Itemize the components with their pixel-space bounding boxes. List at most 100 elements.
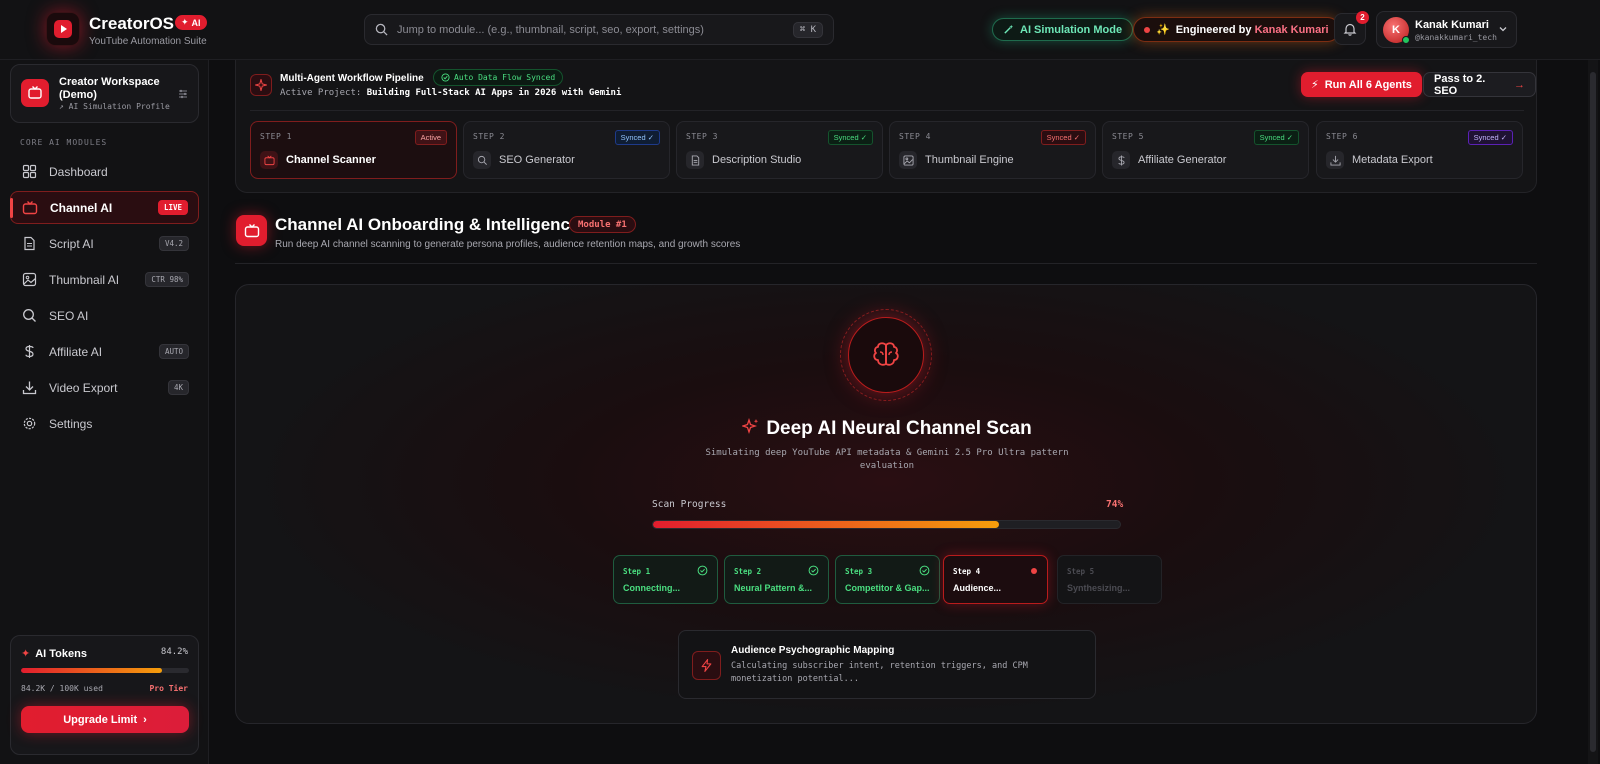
workspace-subtitle: ↗ AI Simulation Profile [59,102,170,111]
sidebar-item-channel-ai[interactable]: Channel AI LIVE [10,191,199,224]
scan-step-4: Step 4 Audience... [943,555,1048,604]
engineer-name: Kanak Kumari [1254,23,1329,36]
search-input[interactable] [397,23,787,36]
upgrade-label: Upgrade Limit [63,713,138,726]
resolution-badge: 4K [167,380,189,395]
sidebar-item-label: Channel AI [50,200,113,215]
pipeline-step-6[interactable]: STEP 6 Synced ✓ Metadata Export [1316,121,1523,179]
sidebar-item-affiliate-ai[interactable]: Affiliate AI AUTO [10,335,199,368]
sidebar-item-label: Settings [49,416,93,431]
step-number: STEP 1 [260,132,292,141]
sidebar-item-seo-ai[interactable]: SEO AI [10,299,199,332]
scan-step-text: Connecting... [623,583,680,593]
section-label: CORE AI MODULES [20,138,108,147]
brain-icon [848,317,924,393]
user-profile-menu[interactable]: K Kanak Kumari @kanakkumari_tech [1376,11,1517,48]
pipeline-step-2[interactable]: STEP 2 Synced ✓ SEO Generator [463,121,670,179]
dollar-icon [1112,151,1130,169]
scan-title-row: Deep AI Neural Channel Scan [236,417,1538,442]
sidebar-item-dashboard[interactable]: Dashboard [10,155,199,188]
download-icon [1326,151,1344,169]
step-status-badge: Active [414,130,447,145]
image-icon [20,271,38,289]
gear-icon [20,415,38,433]
workspace-switcher[interactable]: Creator Workspace (Demo) ↗ AI Simulation… [10,64,199,123]
check-circle-icon [919,565,930,576]
pipeline-step-3[interactable]: STEP 3 Synced ✓ Description Studio [676,121,883,179]
download-icon [20,379,38,397]
step-status-badge: Synced ✓ [614,130,660,145]
step-status-badge: Synced ✓ [1467,130,1513,145]
sidebar-item-script-ai[interactable]: Script AI V4.2 [10,227,199,260]
module-search[interactable]: ⌘ K [364,14,834,45]
step-number: STEP 5 [1112,132,1144,141]
chevron-right-icon: › [143,713,147,726]
page-scrollbar[interactable] [1588,60,1598,764]
image-icon [899,151,917,169]
lightning-icon: ⚡ [1311,79,1319,91]
tv-icon [21,79,49,107]
scrollbar-thumb[interactable] [1590,72,1596,752]
step-label: Channel Scanner [286,154,376,166]
step-number: STEP 2 [473,132,505,141]
upgrade-limit-button[interactable]: Upgrade Limit › [21,706,189,733]
sim-mode-toggle[interactable]: AI Simulation Mode [992,18,1134,41]
app-logo[interactable] [46,12,80,46]
workspace-title: Creator Workspace (Demo) [59,76,160,101]
app-subtitle: YouTube Automation Suite [89,36,207,47]
engineered-prefix: Engineered by [1175,23,1255,36]
sidebar-item-settings[interactable]: Settings [10,407,199,440]
scan-progress-bar [652,520,1121,529]
tv-icon [260,151,278,169]
scan-step-text: Synthesizing... [1067,583,1131,593]
module-badge: Module #1 [569,216,636,233]
top-bar: CreatorOS ✦ AI YouTube Automation Suite … [0,0,1600,60]
step-status-badge: Synced ✓ [1253,130,1299,145]
avatar-initial: K [1392,24,1400,36]
notifications-button[interactable]: 2 [1334,11,1369,45]
step-number: STEP 6 [1326,132,1358,141]
run-all-agents-button[interactable]: ⚡ Run All 6 Agents [1301,72,1422,97]
active-project: Active Project: Building Full-Stack AI A… [280,88,621,98]
lightning-icon [692,651,721,680]
scan-title: Deep AI Neural Channel Scan [766,418,1032,439]
task-title: Audience Psychographic Mapping [731,645,895,656]
version-badge: V4.2 [158,236,189,251]
workflow-pipeline: Multi-Agent Workflow Pipeline Auto Data … [235,60,1537,193]
pass-to-seo-button[interactable]: Pass to 2. SEO → [1423,72,1536,97]
check-circle-icon [697,565,708,576]
step-label: Affiliate Generator [1138,154,1227,166]
sparkles-icon [741,417,760,442]
tokens-progress-fill [21,668,163,673]
online-indicator [1402,36,1410,44]
project-prefix: Active Project: [280,88,362,98]
pipeline-step-1[interactable]: STEP 1 Active Channel Scanner [250,121,457,179]
scan-step-text: Neural Pattern &... [734,583,813,593]
step-status-badge: Synced ✓ [1040,130,1086,145]
step-label: Metadata Export [1352,154,1433,166]
sidebar-item-label: Affiliate AI [49,344,103,359]
progress-percent: 74% [1106,499,1124,510]
sparkle-icon: ✦ [21,648,31,660]
scan-subtitle: Simulating deep YouTube API metadata & G… [705,448,1069,471]
current-task-card: Audience Psychographic Mapping Calculati… [678,630,1096,699]
scan-step-label: Step 3 [845,567,873,576]
app-title: CreatorOS [89,14,175,33]
sidebar-item-thumbnail-ai[interactable]: Thumbnail AI CTR 98% [10,263,199,296]
sidebar-item-label: SEO AI [49,308,89,323]
sliders-icon[interactable] [178,89,188,99]
pipeline-step-4[interactable]: STEP 4 Synced ✓ Thumbnail Engine [889,121,1096,179]
step-label: SEO Generator [499,154,575,166]
scan-step-label: Step 1 [623,567,651,576]
user-handle: @kanakkumari_tech [1415,33,1497,42]
shortcut-hint: ⌘ K [792,21,823,38]
engineered-by-badge[interactable]: ✨ Engineered by Kanak Kumari [1133,17,1340,42]
neural-scan-panel: Deep AI Neural Channel Scan Simulating d… [235,284,1537,724]
pipeline-step-5[interactable]: STEP 5 Synced ✓ Affiliate Generator [1102,121,1309,179]
step-status-badge: Synced ✓ [827,130,873,145]
sidebar-item-video-export[interactable]: Video Export 4K [10,371,199,404]
scan-progress-fill [653,521,999,528]
file-icon [20,235,38,253]
status-dot [1144,26,1150,33]
ai-tokens-card: ✦ AI Tokens 84.2% 84.2K / 100K used Pro … [10,635,199,755]
